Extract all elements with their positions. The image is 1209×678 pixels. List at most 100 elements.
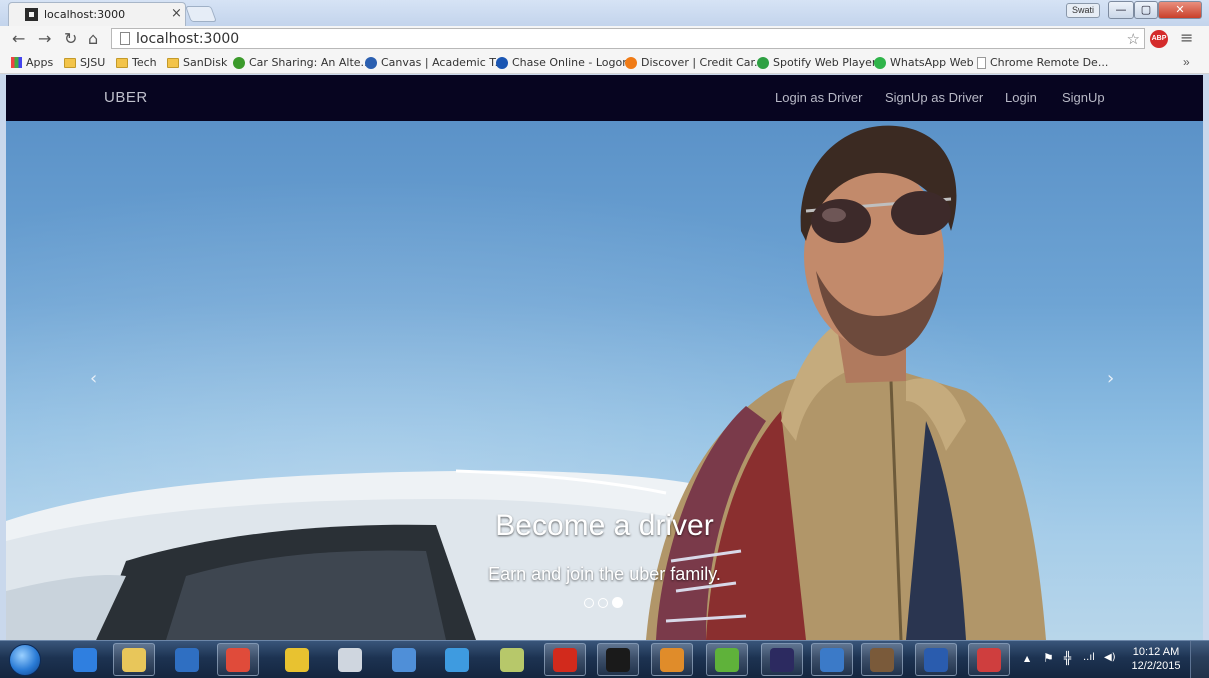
action-center-flag-icon[interactable]: ⚑	[1043, 651, 1054, 665]
file-explorer-icon	[122, 647, 146, 672]
internet-explorer-icon	[73, 647, 97, 672]
address-bar[interactable]: localhost:3000 ☆	[111, 28, 1145, 49]
remote-desktop-icon	[392, 647, 416, 672]
nav-signup-as-driver[interactable]: SignUp as Driver	[885, 90, 983, 105]
network-tool-icon	[285, 647, 309, 672]
bookmark-whatsapp[interactable]: WhatsApp Web	[874, 56, 974, 69]
page-icon	[977, 56, 986, 69]
chase-icon	[496, 56, 508, 69]
diagram-tool-icon	[820, 647, 844, 672]
tab-close-icon[interactable]: ×	[171, 6, 182, 21]
taskbar-app-outlook[interactable]	[166, 643, 208, 676]
bookmarks-bar: Apps SJSU Tech SanDisk Car Sharing: An A…	[0, 52, 1209, 74]
nav-login-as-driver[interactable]: Login as Driver	[775, 90, 862, 105]
brand-link[interactable]: UBER	[104, 89, 148, 106]
bookmark-sandisk[interactable]: SanDisk	[167, 56, 227, 69]
taskbar-app-chrome[interactable]	[217, 643, 259, 676]
carousel-next-icon[interactable]: ›	[1107, 368, 1114, 389]
taskbar-app-network-tool[interactable]	[276, 643, 318, 676]
tray-expand-icon[interactable]: ▲	[1024, 654, 1030, 663]
taskbar-app-file-explorer[interactable]	[113, 643, 155, 676]
taskbar-app-snipping-tool[interactable]	[968, 643, 1010, 676]
discover-icon	[625, 56, 637, 69]
bookmark-chrome-remote[interactable]: Chrome Remote De...	[977, 56, 1108, 69]
chat-icon	[445, 647, 469, 672]
evernote-icon	[715, 647, 739, 672]
windows-taskbar: ▲ ⚑ ╬ ..ıl ◀) 10:12 AM 12/2/2015	[0, 640, 1209, 678]
page-icon	[120, 32, 130, 45]
taskbar-app-chat[interactable]	[436, 643, 478, 676]
back-arrow-icon[interactable]: ←	[12, 29, 25, 48]
forward-arrow-icon[interactable]: →	[38, 29, 51, 48]
hero-carousel: ‹ › Become a driver Earn and join the ub…	[6, 121, 1203, 640]
network-icon[interactable]: ╬	[1064, 651, 1071, 665]
bookmark-apps[interactable]: Apps	[11, 56, 53, 69]
taskbar-app-setup[interactable]	[491, 643, 533, 676]
taskbar-app-sublime-text[interactable]	[651, 643, 693, 676]
profile-badge[interactable]: Swati	[1066, 3, 1100, 18]
taskbar-app-aws-settings[interactable]	[861, 643, 903, 676]
chrome-icon	[226, 647, 250, 672]
url-text: localhost:3000	[136, 31, 240, 47]
signal-icon[interactable]: ..ıl	[1083, 652, 1095, 663]
home-icon[interactable]: ⌂	[88, 29, 98, 48]
carousel-indicators	[584, 597, 623, 608]
carousel-indicator-2[interactable]	[598, 598, 608, 608]
carousel-prev-icon[interactable]: ‹	[90, 368, 97, 389]
bookmarks-overflow-button[interactable]: »	[1183, 55, 1190, 69]
clock-time: 10:12 AM	[1132, 646, 1180, 658]
nav-signup[interactable]: SignUp	[1062, 90, 1105, 105]
close-button[interactable]: ✕	[1158, 1, 1202, 19]
folder-icon	[64, 57, 76, 68]
driver-photo	[646, 125, 1046, 640]
web-page: UBER Login as Driver SignUp as Driver Lo…	[6, 75, 1203, 640]
tab-favicon-icon	[25, 8, 38, 21]
canvas-icon	[365, 56, 377, 69]
zotero-icon	[233, 56, 245, 69]
taskbar-app-eclipse[interactable]	[761, 643, 803, 676]
volume-icon[interactable]: ◀)	[1104, 652, 1116, 663]
outlook-icon	[175, 647, 199, 672]
reload-icon[interactable]: ↻	[64, 29, 77, 48]
setup-icon	[500, 647, 524, 672]
carousel-indicator-1[interactable]	[584, 598, 594, 608]
new-tab-button[interactable]	[185, 6, 217, 22]
site-navbar: UBER Login as Driver SignUp as Driver Lo…	[6, 75, 1203, 121]
bookmark-spotify[interactable]: Spotify Web Player	[757, 56, 876, 69]
browser-tab[interactable]: localhost:3000 ×	[8, 2, 186, 26]
carousel-caption-text: Earn and join the uber family.	[488, 564, 721, 584]
carousel-caption-title: Become a driver	[495, 509, 714, 542]
taskbar-app-remote-desktop[interactable]	[383, 643, 425, 676]
bookmark-tech[interactable]: Tech	[116, 56, 157, 69]
bookmark-discover[interactable]: Discover | Credit Car...	[625, 56, 765, 69]
taskbar-app-internet-explorer[interactable]	[64, 643, 106, 676]
whatsapp-icon	[874, 56, 886, 69]
acrobat-icon	[553, 647, 577, 672]
maximize-button[interactable]: ▢	[1134, 1, 1158, 19]
bookmark-canvas[interactable]: Canvas | Academic T...	[365, 56, 505, 69]
command-prompt-icon	[606, 647, 630, 672]
taskbar-app-command-prompt[interactable]	[597, 643, 639, 676]
system-clock[interactable]: 10:12 AM 12/2/2015	[1128, 645, 1184, 673]
bookmark-star-icon[interactable]: ☆	[1127, 30, 1140, 48]
taskbar-app-evernote[interactable]	[706, 643, 748, 676]
taskbar-app-word[interactable]	[915, 643, 957, 676]
start-button[interactable]	[9, 644, 41, 676]
spotify-icon	[757, 56, 769, 69]
eclipse-icon	[770, 647, 794, 672]
bookmark-chase[interactable]: Chase Online - Logon	[496, 56, 629, 69]
show-desktop-button[interactable]	[1190, 641, 1209, 678]
aws-settings-icon	[870, 647, 894, 672]
tab-title: localhost:3000	[44, 8, 126, 21]
bookmark-sjsu[interactable]: SJSU	[64, 56, 105, 69]
nav-login[interactable]: Login	[1005, 90, 1037, 105]
adblock-plus-icon[interactable]: ABP	[1150, 30, 1168, 48]
carousel-indicator-3[interactable]	[612, 597, 623, 608]
chrome-menu-icon[interactable]: ≡	[1180, 28, 1193, 47]
taskbar-app-acrobat[interactable]	[544, 643, 586, 676]
folder-icon	[167, 57, 179, 68]
minimize-button[interactable]: —	[1108, 1, 1134, 19]
bookmark-car-sharing[interactable]: Car Sharing: An Alte...	[233, 56, 371, 69]
taskbar-app-pen-tool[interactable]	[329, 643, 371, 676]
taskbar-app-diagram-tool[interactable]	[811, 643, 853, 676]
